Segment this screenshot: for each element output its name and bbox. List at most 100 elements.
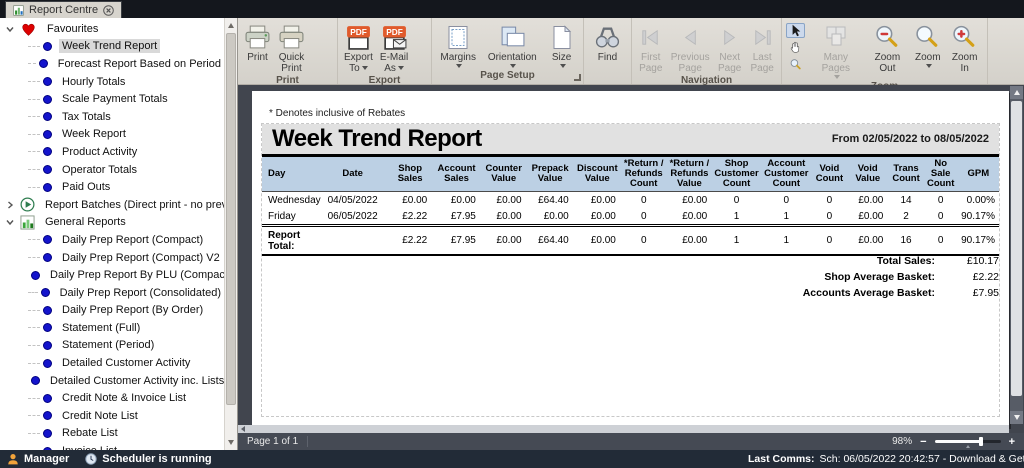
tree-row[interactable]: Paid Outs — [0, 178, 224, 196]
tree-row[interactable]: Daily Prep Report By PLU (Compact) — [0, 266, 224, 284]
tree-item-label[interactable]: Daily Prep Report (Compact) V2 — [59, 251, 223, 265]
scroll-down-icon[interactable] — [225, 436, 237, 449]
last-comms-value: Sch: 06/05/2022 20:42:57 - Download & Ge… — [820, 453, 1024, 465]
chevron-right-icon[interactable] — [4, 200, 16, 210]
tree-row[interactable]: Daily Prep Report (Consolidated) — [0, 284, 224, 302]
sidebar-scrollbar[interactable] — [224, 18, 237, 450]
tree-row[interactable]: Detailed Customer Activity inc. Lists — [0, 372, 224, 390]
scroll-up-icon[interactable] — [1010, 86, 1023, 99]
tree-row[interactable]: Tax Totals — [0, 108, 224, 126]
tree-item-label[interactable]: Credit Note & Invoice List — [59, 391, 189, 405]
first-page-button[interactable]: First Page — [635, 21, 666, 75]
tree-item-label[interactable]: Report Batches (Direct print - no previe… — [42, 198, 224, 212]
report-table-row: Wednesday04/05/2022£0.00£0.00£0.00£64.40… — [262, 192, 999, 209]
tree-row[interactable]: Scale Payment Totals — [0, 90, 224, 108]
magnifier-tool-button[interactable] — [786, 57, 805, 72]
zoom-in-button[interactable]: Zoom In — [945, 21, 984, 81]
tree-item-label[interactable]: General Reports — [42, 215, 129, 229]
tree-row[interactable]: Daily Prep Report (Compact) — [0, 231, 224, 249]
tree-item-label[interactable]: Detailed Customer Activity — [59, 356, 193, 370]
preview-vertical-scrollbar[interactable] — [1010, 86, 1023, 424]
export-to-button[interactable]: PDF Export To — [341, 21, 376, 75]
tree-item-label[interactable]: Daily Prep Report (Compact) — [59, 233, 206, 247]
scroll-left-icon[interactable] — [241, 426, 245, 432]
tree-item-label[interactable]: Tax Totals — [59, 110, 114, 124]
tree-item-label[interactable]: Product Activity — [59, 145, 140, 159]
report-column-header: Void Value — [847, 156, 888, 192]
margins-button[interactable]: Margins — [437, 21, 479, 70]
tree-row[interactable]: Daily Prep Report (By Order) — [0, 302, 224, 320]
zoom-button[interactable]: Zoom — [911, 21, 944, 81]
tree-item-label[interactable]: Favourites — [44, 22, 101, 36]
chevron-down-icon[interactable] — [4, 217, 16, 227]
tree-row[interactable]: Credit Note List — [0, 407, 224, 425]
report-page: * Denotes inclusive of Rebates Week Tren… — [252, 91, 1009, 427]
tree-row[interactable]: Statement (Full) — [0, 319, 224, 337]
many-pages-button[interactable]: Many Pages — [808, 21, 864, 81]
chevron-down-icon[interactable] — [4, 24, 16, 34]
tree-row[interactable]: Week Report — [0, 126, 224, 144]
tree-item-label[interactable]: Scale Payment Totals — [59, 92, 171, 106]
orientation-button[interactable]: Orientation — [485, 21, 540, 70]
tree-item-label[interactable]: Credit Note List — [59, 409, 141, 423]
report-table-body: Wednesday04/05/2022£0.00£0.00£0.00£64.40… — [262, 192, 999, 226]
tree-item-label[interactable]: Rebate List — [59, 426, 121, 440]
quick-print-button[interactable]: Quick Print — [275, 21, 308, 75]
preview-scrollbar-thumb[interactable] — [1011, 101, 1022, 396]
dropdown-caret-icon — [456, 64, 462, 68]
tree-row[interactable]: Week Trend Report — [0, 38, 224, 56]
hand-tool-button[interactable] — [786, 40, 805, 55]
tab-report-centre[interactable]: Report Centre — [5, 1, 122, 18]
tree-row[interactable]: Rebate List — [0, 425, 224, 443]
report-table-cell: £0.00 — [481, 208, 527, 226]
last-page-button[interactable]: Last Page — [747, 21, 778, 75]
zoom-slider-thumb[interactable] — [979, 437, 983, 446]
preview-horizontal-scrollbar[interactable] — [238, 425, 1009, 433]
scroll-down-icon[interactable] — [1010, 411, 1023, 424]
tree-item-label[interactable]: Hourly Totals — [59, 75, 128, 89]
find-button[interactable]: Find — [591, 21, 624, 70]
previous-page-button[interactable]: Previous Page — [668, 21, 713, 75]
tree-item-label[interactable]: Detailed Customer Activity inc. Lists — [47, 374, 224, 388]
print-button[interactable]: Print — [241, 21, 274, 75]
tab-close-icon[interactable] — [103, 5, 114, 16]
tree-item-label[interactable]: Forecast Report Based on Period — [55, 57, 224, 71]
report-bullet-icon — [43, 253, 52, 262]
zoom-out-button[interactable]: Zoom Out — [865, 21, 911, 81]
tree-item-label[interactable]: Statement (Period) — [59, 338, 157, 352]
tree-item-label[interactable]: Daily Prep Report (By Order) — [59, 303, 206, 317]
scroll-up-icon[interactable] — [225, 19, 237, 32]
tree-item-label[interactable]: Paid Outs — [59, 180, 113, 194]
tree-item-label[interactable]: Statement (Full) — [59, 321, 143, 335]
report-column-header: Account Customer Count — [761, 156, 812, 192]
tree-row[interactable]: General Reports — [0, 214, 224, 232]
page-setup-expander-icon[interactable] — [574, 74, 581, 81]
email-as-button[interactable]: PDF E-Mail As — [377, 21, 411, 75]
tree-row[interactable]: Hourly Totals — [0, 73, 224, 91]
sidebar-scrollbar-thumb[interactable] — [226, 33, 236, 405]
tree-item-label[interactable]: Daily Prep Report (Consolidated) — [57, 286, 224, 300]
tree-item-label[interactable]: Week Trend Report — [59, 39, 160, 53]
tree-row[interactable]: Forecast Report Based on Period — [0, 55, 224, 73]
zoom-minus-button[interactable] — [920, 437, 926, 447]
tree-row[interactable]: Favourites — [0, 20, 224, 38]
zoom-plus-button[interactable] — [1009, 437, 1015, 447]
tree-item-label[interactable]: Week Report — [59, 127, 129, 141]
tree-row[interactable]: Detailed Customer Activity — [0, 354, 224, 372]
tree-row[interactable]: Report Batches (Direct print - no previe… — [0, 196, 224, 214]
tree-row[interactable]: Operator Totals — [0, 161, 224, 179]
tree-row[interactable]: Statement (Period) — [0, 337, 224, 355]
tree-item-label[interactable]: Operator Totals — [59, 163, 140, 177]
report-column-header: Discount Value — [574, 156, 621, 192]
tree-row[interactable]: Product Activity — [0, 143, 224, 161]
zoom-slider[interactable] — [935, 436, 1001, 447]
tree-item-label[interactable]: Daily Prep Report By PLU (Compact) — [47, 268, 224, 282]
tree-row[interactable]: Credit Note & Invoice List — [0, 389, 224, 407]
tree-row[interactable]: Invoice List — [0, 442, 224, 450]
size-button[interactable]: Size — [546, 21, 578, 70]
report-table-cell: £0.00 — [481, 226, 527, 256]
next-page-button[interactable]: Next Page — [714, 21, 745, 75]
tree-row[interactable]: Daily Prep Report (Compact) V2 — [0, 249, 224, 267]
pointer-tool-button[interactable] — [786, 23, 805, 38]
quick-print-label-2: Print — [281, 63, 302, 74]
